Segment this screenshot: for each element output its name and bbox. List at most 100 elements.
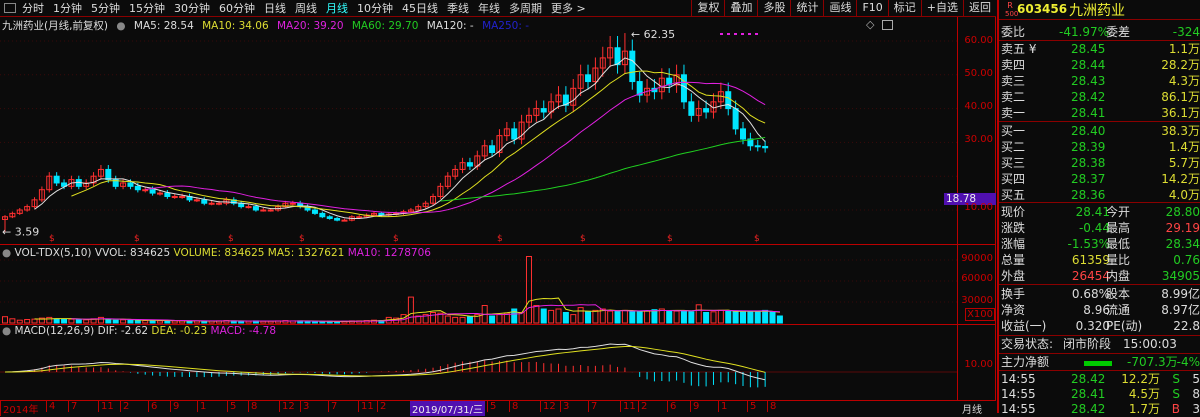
candle	[311, 209, 318, 214]
value-text: 买三	[1001, 156, 1026, 170]
value-text: 换手	[1001, 287, 1026, 301]
stat-row: 总量 61359 量比 0.76	[1001, 252, 1200, 268]
time-label: 3	[560, 401, 569, 412]
volume-bar	[614, 310, 621, 324]
value-text: 卖三	[1001, 74, 1026, 88]
quote-panel: R 500 603456 九洲药业 委比 -41.97% 委差 -324 卖五 ¥…	[997, 0, 1200, 416]
volume-bar	[680, 310, 687, 324]
stat-row: 涨跌 -0.44 最高 29.19	[1001, 220, 1200, 236]
candle	[267, 209, 274, 212]
value-text: 14.2万	[1161, 172, 1200, 186]
divider	[0, 324, 996, 325]
signal-marker: $	[393, 234, 399, 244]
time-label: 6	[667, 401, 676, 412]
macd-legend: ● MACD(12,26,9) DIF: -2.62 DEA: -0.23 MA…	[2, 325, 277, 337]
volume-bar	[540, 308, 547, 324]
vvol-label: VVOL: 834625	[94, 247, 171, 259]
volume-bar	[452, 316, 459, 324]
value-text: 4.5万	[1128, 387, 1160, 401]
value-text: 交易状态:	[1001, 337, 1054, 351]
volume-bar	[555, 308, 562, 324]
value-text: 8.99亿	[1161, 287, 1200, 301]
value-text: 卖一	[1001, 106, 1026, 120]
signal-marker: $	[497, 234, 503, 244]
value-text: 28.41	[1075, 205, 1110, 219]
candle	[326, 216, 333, 219]
volume-bar	[142, 320, 149, 324]
volume-bar	[710, 311, 717, 324]
volume-bar	[24, 319, 31, 324]
candle	[53, 175, 60, 184]
candle	[762, 145, 769, 149]
value-text: 卖五 ¥	[1001, 42, 1037, 56]
signal-marker: $	[228, 234, 234, 244]
volume-bar	[740, 311, 746, 324]
volume-bar	[725, 310, 732, 324]
value-text: 0.76	[1173, 253, 1200, 267]
volume-bar	[171, 320, 178, 324]
volume-bar	[238, 320, 245, 324]
candle	[156, 192, 163, 195]
value-text: 28.2万	[1161, 58, 1200, 72]
time-axis: 2019/07/31/三 月线 2014年 4 7 11 2 6 9 1 5 8 12 3 7 11 2 5 8…	[0, 400, 996, 416]
value-text: 净资	[1001, 303, 1026, 317]
candle	[740, 128, 746, 140]
value-text: -1.53%	[1067, 237, 1110, 251]
value-text: 28.39	[1071, 140, 1106, 154]
volume-bar	[68, 318, 75, 324]
volume-bar	[496, 314, 503, 324]
rank-badge: R 500	[1005, 2, 1018, 19]
value-text: 0.68%	[1071, 287, 1110, 301]
candle	[629, 50, 636, 83]
volume-bar	[127, 319, 134, 324]
candle	[245, 206, 252, 209]
time-label: 1	[197, 401, 206, 412]
volume-bar	[83, 319, 90, 324]
volume-bar	[186, 320, 193, 324]
time-label: 5	[227, 401, 236, 412]
value-text: 最高	[1106, 221, 1131, 235]
volume-bar	[688, 311, 695, 324]
candle	[201, 199, 208, 204]
candle	[179, 195, 186, 198]
value-text: 8	[1192, 387, 1200, 401]
value-text: 买五	[1001, 188, 1026, 202]
buy-level-5: 买五 28.36 4.0万	[1001, 187, 1200, 203]
ma10-line	[71, 70, 766, 218]
kline-chart[interactable]: ← 62.35 ← 3.59 $ $ $ $ $ $ $ $ $	[0, 0, 957, 400]
candle	[149, 189, 156, 194]
volume-bar	[703, 312, 710, 324]
volume-bar	[747, 311, 754, 324]
value-text: 8.97亿	[1161, 303, 1200, 317]
volume-tick: 90000	[961, 253, 993, 264]
candle	[289, 202, 296, 205]
price-tick: 10.00	[964, 202, 993, 213]
volume-bar	[592, 309, 599, 324]
volume-bar	[319, 321, 326, 324]
candle	[134, 185, 141, 191]
value-text: 卖四	[1001, 58, 1026, 72]
value-text: S	[1172, 387, 1180, 401]
time-label: 2014年	[0, 401, 38, 416]
volume-bar	[53, 318, 60, 324]
tool-button-8[interactable]: 返回	[963, 0, 996, 17]
time-label: 11	[620, 401, 636, 412]
stock-code: 603456	[1017, 2, 1068, 16]
time-label: 5	[747, 401, 756, 412]
value-text: 28.38	[1071, 156, 1106, 170]
value-text: 收益(一)	[1001, 319, 1047, 333]
candle	[356, 216, 363, 219]
sell-level-1: 卖一 28.41 36.1万	[1001, 105, 1200, 121]
stat-row: 现价 28.41 今开 28.80	[1001, 204, 1200, 220]
price-tick: 40.00	[964, 101, 993, 112]
candle	[732, 108, 739, 130]
volume-bar	[776, 315, 783, 324]
sell-level-4: 卖四 28.44 28.2万	[1001, 57, 1200, 73]
value-text: 总量	[1001, 253, 1026, 267]
volume-bar	[97, 316, 104, 324]
macd-title: MACD(12,26,9)	[14, 325, 95, 337]
signal-marker: $	[580, 234, 586, 244]
value-text: 5.7万	[1168, 156, 1200, 170]
volume-bar	[651, 309, 658, 324]
tick-row: 14:55 28.41 4.5万 S 8	[1001, 386, 1200, 402]
